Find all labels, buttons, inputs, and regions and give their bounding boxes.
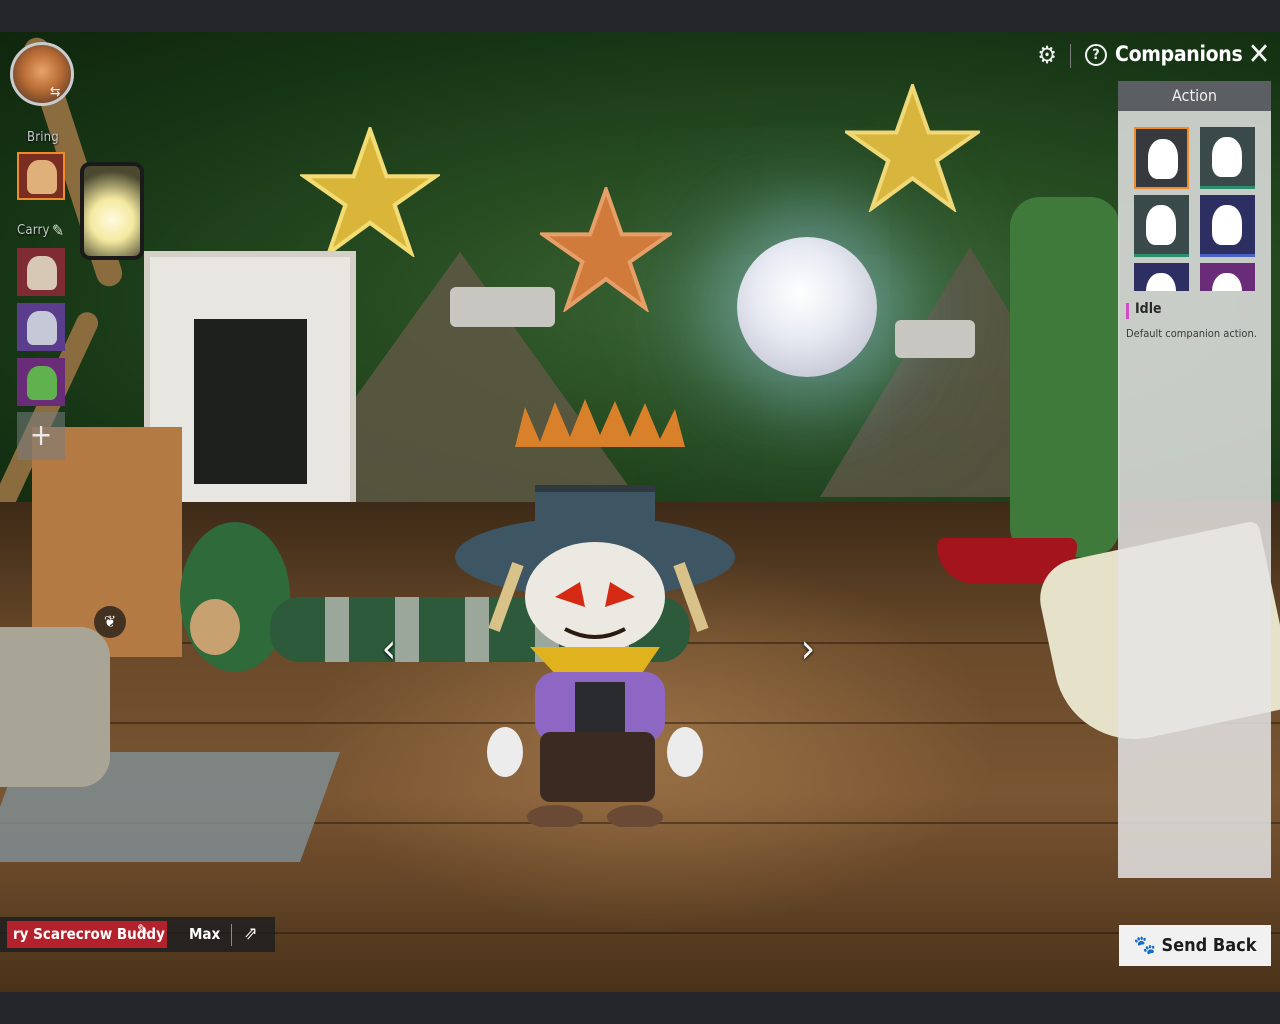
action-panel: Action Idle Default companion action. bbox=[1118, 81, 1271, 878]
wall-star-right bbox=[845, 84, 980, 212]
goblin-companion-icon bbox=[27, 366, 57, 400]
carry-slot-2[interactable] bbox=[17, 303, 65, 351]
share-icon[interactable]: ⇗ bbox=[244, 923, 266, 945]
pose-icon bbox=[1212, 137, 1242, 177]
glowing-moon-lamp bbox=[737, 237, 877, 377]
scarecrow-companion-model bbox=[455, 399, 735, 827]
pose-icon bbox=[1146, 273, 1176, 291]
game-viewport: ⇆ Bring Carry ✎ + ❦ ⚙ ? Companions ✕ Act… bbox=[0, 32, 1280, 992]
bring-label: Bring bbox=[27, 130, 59, 145]
carry-slot-1[interactable] bbox=[17, 248, 65, 296]
action-item-4[interactable] bbox=[1200, 195, 1255, 257]
companion-info-bar: ry Scarecrow Buddy ✎ Max ⇗ bbox=[0, 917, 275, 952]
wall-star-left bbox=[300, 127, 440, 257]
bring-companion-slot[interactable] bbox=[17, 152, 65, 200]
selected-action-name: Idle bbox=[1135, 301, 1162, 317]
gear-icon[interactable]: ⚙ bbox=[1035, 43, 1059, 67]
add-companion-slot[interactable]: + bbox=[17, 412, 65, 460]
selected-action-marker bbox=[1126, 303, 1129, 319]
wall-star-middle bbox=[540, 187, 672, 312]
action-panel-heading: Action bbox=[1118, 81, 1271, 111]
top-letterbox bbox=[0, 0, 1280, 32]
bottom-letterbox bbox=[0, 992, 1280, 1024]
close-icon[interactable]: ✕ bbox=[1244, 40, 1274, 70]
swap-icon[interactable]: ⇆ bbox=[50, 84, 70, 100]
pose-icon bbox=[1212, 273, 1242, 291]
paw-icon: 🐾 bbox=[1133, 935, 1156, 956]
carry-slot-3[interactable] bbox=[17, 358, 65, 406]
edit-carry-icon[interactable]: ✎ bbox=[52, 222, 70, 240]
cactus-plush bbox=[1010, 197, 1120, 557]
carry-label: Carry bbox=[17, 223, 50, 238]
pet-bed bbox=[0, 627, 110, 787]
next-companion-arrow[interactable]: › bbox=[791, 627, 825, 671]
action-item-2[interactable] bbox=[1200, 127, 1255, 189]
companion-level: Max bbox=[189, 925, 221, 943]
pose-icon bbox=[1212, 205, 1242, 245]
action-item-idle[interactable] bbox=[1134, 127, 1189, 189]
action-item-5[interactable] bbox=[1134, 263, 1189, 291]
info-bar-divider bbox=[231, 924, 232, 946]
selected-action-description: Default companion action. bbox=[1126, 327, 1257, 340]
hanging-lantern bbox=[80, 162, 144, 260]
wall-cloud-right bbox=[895, 320, 975, 358]
send-back-label: Send Back bbox=[1161, 935, 1257, 956]
companion-interact-icon[interactable]: ❦ bbox=[94, 606, 126, 638]
send-back-button[interactable]: 🐾 Send Back bbox=[1119, 925, 1271, 966]
idle-pose-icon bbox=[1148, 139, 1178, 179]
picture-artwork bbox=[194, 319, 307, 484]
action-item-3[interactable] bbox=[1134, 195, 1189, 257]
pose-icon bbox=[1146, 205, 1176, 245]
wolf-companion-icon bbox=[27, 311, 57, 345]
help-circle-icon[interactable]: ? bbox=[1085, 44, 1107, 66]
previous-companion-arrow[interactable]: ‹ bbox=[372, 627, 406, 671]
plus-icon: + bbox=[29, 418, 53, 453]
page-title: Companions bbox=[1115, 42, 1243, 66]
topbar-divider bbox=[1070, 44, 1071, 68]
skeleton-companion-icon bbox=[27, 256, 57, 290]
scarecrow-companion-icon bbox=[27, 160, 57, 194]
action-item-6[interactable] bbox=[1200, 263, 1255, 291]
edit-name-icon[interactable]: ✎ bbox=[137, 922, 153, 938]
